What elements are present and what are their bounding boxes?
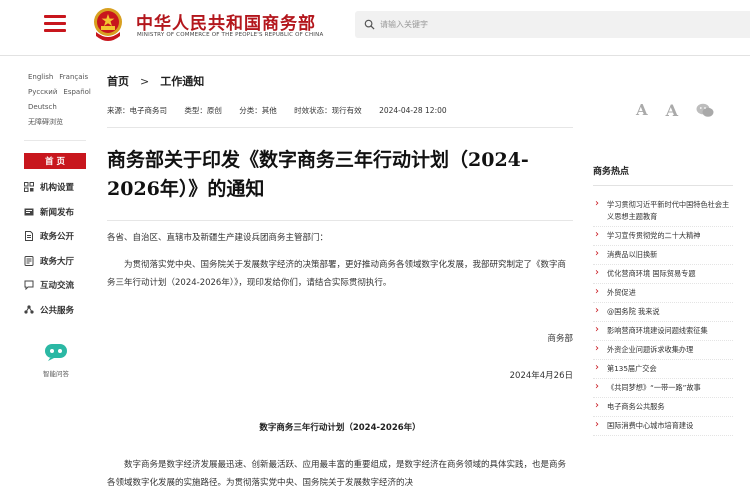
- nav-item-news[interactable]: 新闻发布: [24, 200, 86, 225]
- divider: [107, 220, 573, 221]
- article-addressee: 各省、自治区、直辖市及新疆生产建设兵团商务主管部门：: [107, 233, 329, 243]
- news-icon: [24, 208, 34, 216]
- smart-qa-label: 智能问答: [43, 370, 69, 378]
- meta-date: 2024-04-28 12:00: [379, 106, 447, 115]
- document-icon: [25, 231, 33, 242]
- hot-topic-item[interactable]: 学习贯彻习近平新时代中国特色社会主义思想主题教育: [593, 196, 733, 227]
- article-paragraph: 数字商务是数字经济发展最迅速、创新最活跃、应用最丰富的重要组成，是数字经济在商务…: [107, 460, 567, 488]
- breadcrumb: 首页 > 工作通知: [107, 73, 204, 89]
- meta-source: 来源：电子商务司: [107, 106, 167, 115]
- hot-topic-item[interactable]: 学习宣传贯彻党的二十大精神: [593, 227, 733, 246]
- article-body: 各省、自治区、直辖市及新疆生产建设兵团商务主管部门： 为贯彻落实党中央、国务院关…: [107, 229, 573, 292]
- hot-topics-panel: 商务热点 学习贯彻习近平新时代中国特色社会主义思想主题教育 学习宣传贯彻党的二十…: [593, 164, 733, 436]
- article-title: 商务部关于印发《数字商务三年行动计划（2024-2026年）》的通知: [107, 149, 529, 200]
- hot-topics-list: 学习贯彻习近平新时代中国特色社会主义思想主题教育 学习宣传贯彻党的二十大精神 消…: [593, 196, 733, 436]
- nav-item-label: 互动交流: [40, 281, 75, 292]
- org-chart-icon: [24, 182, 34, 193]
- hot-topic-item[interactable]: 电子商务公共服务: [593, 398, 733, 417]
- font-decrease-button[interactable]: A: [636, 101, 648, 119]
- plan-title: 数字商务三年行动计划（2024-2026年）: [259, 423, 421, 433]
- divider: [107, 127, 573, 128]
- nav-item-label: 政务大厅: [40, 256, 75, 267]
- lang-russian[interactable]: Русский: [28, 88, 57, 96]
- article-signer: 商务部: [547, 334, 573, 344]
- nav-item-label: 公共服务: [40, 305, 75, 316]
- hot-topic-item[interactable]: 外贸促进: [593, 284, 733, 303]
- hot-topic-item[interactable]: @国务院 我来说: [593, 303, 733, 322]
- chat-icon: [24, 280, 34, 291]
- article-tools: A A: [636, 100, 714, 120]
- hot-topic-item[interactable]: 第135届广交会: [593, 360, 733, 379]
- nav-item-org[interactable]: 机构设置: [24, 175, 86, 200]
- meta-validity: 时效状态：现行有效: [294, 106, 362, 115]
- nav-item-interact[interactable]: 互动交流: [24, 273, 86, 298]
- wechat-icon[interactable]: [696, 103, 714, 118]
- site-logo-en: MINISTRY OF COMMERCE OF THE PEOPLE'S REP…: [137, 32, 324, 38]
- article-paragraph: 为贯彻落实党中央、国务院关于发展数字经济的决策部署，更好推动商务各领域数字化发展…: [107, 260, 567, 288]
- sidebar-divider: [24, 140, 86, 141]
- font-increase-button[interactable]: A: [666, 101, 678, 120]
- site-header: 中华人民共和国商务部 MINISTRY OF COMMERCE OF THE P…: [0, 0, 750, 56]
- accessible-browse-link[interactable]: 无障碍浏览: [28, 118, 63, 126]
- hot-topic-item[interactable]: 消费品以旧换新: [593, 246, 733, 265]
- lang-english[interactable]: English: [28, 73, 53, 81]
- nav-home[interactable]: 首 页: [24, 153, 86, 169]
- breadcrumb-arrow: >: [140, 75, 150, 88]
- breadcrumb-home[interactable]: 首页: [107, 75, 129, 88]
- hot-topic-item[interactable]: 外资企业问题诉求收集办理: [593, 341, 733, 360]
- hot-topics-heading: 商务热点: [593, 164, 733, 186]
- nav-item-public-service[interactable]: 公共服务: [24, 298, 86, 323]
- article-sign-date: 2024年4月26日: [509, 371, 573, 381]
- service-icon: [24, 305, 34, 314]
- nav-item-label: 机构设置: [40, 183, 75, 194]
- search-icon[interactable]: [364, 19, 375, 30]
- lang-spanish[interactable]: Español: [63, 88, 90, 96]
- hot-topic-item[interactable]: 影响营商环境建设问题线索征集: [593, 322, 733, 341]
- language-switcher: English Français Русский Español Deutsch 无…: [28, 70, 97, 130]
- lang-german[interactable]: Deutsch: [28, 103, 57, 111]
- robot-chat-icon: [45, 344, 67, 361]
- side-nav: 首 页 机构设置 新闻发布 政务公开 政务大厅 互动交流 公共服务: [24, 153, 86, 322]
- hot-topic-item[interactable]: 国际消费中心城市培育建设: [593, 417, 733, 436]
- site-logo-cn[interactable]: 中华人民共和国商务部: [136, 9, 316, 34]
- hot-topic-item[interactable]: 优化营商环境 国际贸易专题: [593, 265, 733, 284]
- menu-icon[interactable]: [44, 15, 66, 33]
- search-input[interactable]: [380, 16, 710, 33]
- breadcrumb-current[interactable]: 工作通知: [160, 75, 204, 88]
- nav-item-gov-open[interactable]: 政务公开: [24, 224, 86, 249]
- meta-type: 类型：原创: [184, 106, 222, 115]
- hall-icon: [24, 255, 34, 266]
- smart-qa-button[interactable]: 智能问答: [36, 343, 76, 378]
- national-emblem-icon[interactable]: [92, 6, 124, 44]
- nav-item-label: 新闻发布: [40, 207, 75, 218]
- nav-item-label: 政务公开: [40, 232, 75, 243]
- nav-item-gov-hall[interactable]: 政务大厅: [24, 249, 86, 274]
- meta-category: 分类：其他: [239, 106, 277, 115]
- article-meta: 来源：电子商务司 类型：原创 分类：其他 时效状态：现行有效 2024-04-2…: [107, 105, 462, 116]
- hot-topic-item[interactable]: 《共同梦想》“一带一路”故事: [593, 379, 733, 398]
- lang-french[interactable]: Français: [59, 73, 88, 81]
- search-box: [355, 11, 750, 38]
